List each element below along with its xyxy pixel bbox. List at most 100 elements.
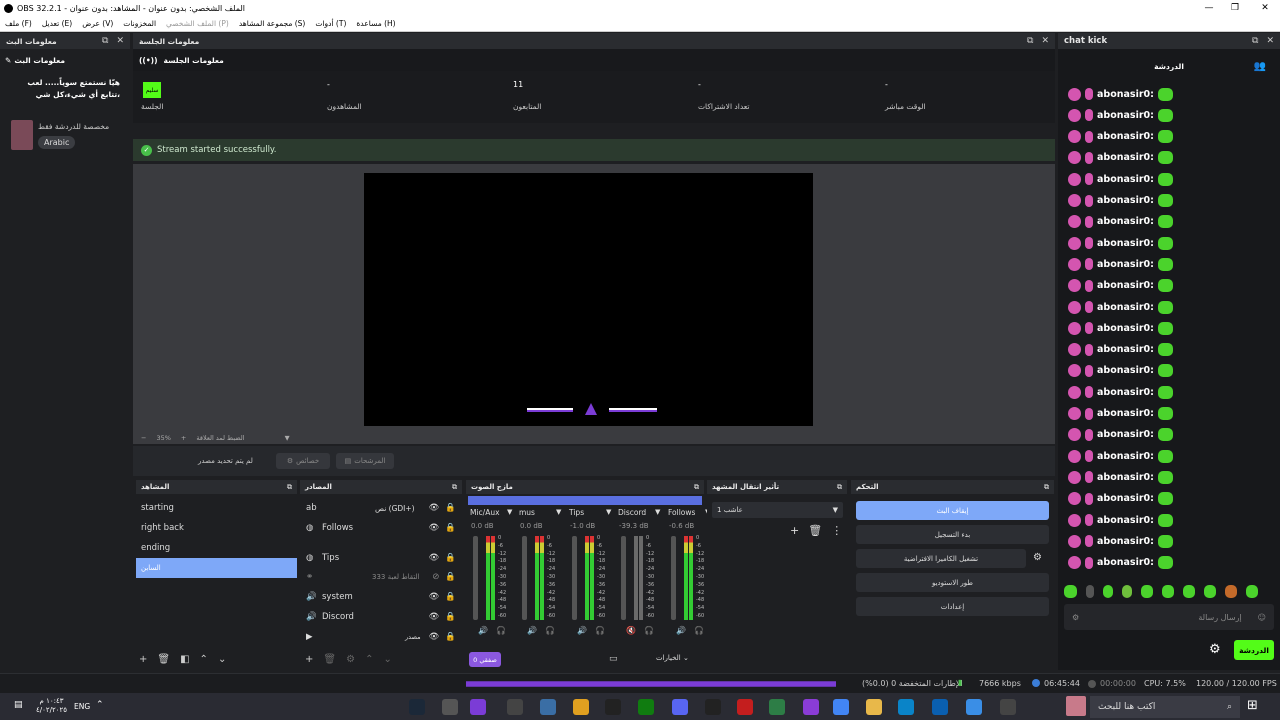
chat-username[interactable]: abonasir0: [1097, 472, 1154, 483]
scene-item-selected[interactable]: السابن [136, 558, 297, 578]
store-icon[interactable] [442, 699, 458, 715]
properties-button[interactable]: ⚙ خصائص [276, 453, 330, 469]
app-icon[interactable] [540, 699, 556, 715]
stop-streaming-button[interactable]: إيقاف البث [856, 501, 1049, 520]
menu-docks[interactable]: المخزونات [123, 19, 156, 28]
purple-widget-button[interactable]: صفقي 0 [469, 652, 501, 667]
emote-icon[interactable] [1103, 584, 1113, 598]
float-icon[interactable]: ⧉ [1252, 36, 1258, 46]
source-item[interactable]: ◍ Tips 👁 🔒 [306, 548, 456, 568]
chat-input[interactable]: ⚙ إرسال رسالة ☺ [1064, 604, 1274, 630]
scene-item[interactable]: ending [136, 538, 297, 558]
chat-username[interactable]: abonasir0: [1097, 536, 1154, 547]
source-item[interactable]: 🔊 system 👁 🔒 [306, 587, 456, 607]
start-recording-button[interactable]: بدء التسجيل [856, 525, 1049, 544]
add-icon[interactable]: + [139, 654, 147, 665]
chrome-icon[interactable] [833, 699, 849, 715]
source-item[interactable]: 🔊 Discord 👁 🔒 [306, 607, 456, 627]
menu-profile[interactable]: الملف الشخصي (P) [166, 19, 229, 28]
virtual-camera-button[interactable]: تشغيل الكاميرا الافتراضية [856, 549, 1026, 568]
gear-icon[interactable]: ⚙ [1209, 642, 1221, 657]
float-icon[interactable]: ⧉ [102, 36, 108, 46]
chevron-up-icon[interactable]: ⌃ [365, 654, 373, 665]
chat-username[interactable]: abonasir0: [1097, 429, 1154, 440]
volume-fader[interactable] [621, 536, 626, 620]
chat-username[interactable]: abonasir0: [1097, 259, 1154, 270]
pencil-icon[interactable]: ✎ [5, 56, 11, 65]
float-icon[interactable]: ⧉ [452, 483, 457, 492]
zoom-in-button[interactable]: + [181, 434, 186, 442]
trash-icon[interactable]: 🗑 [157, 654, 170, 665]
chat-username[interactable]: abonasir0: [1097, 302, 1154, 313]
volume-fader[interactable] [572, 536, 577, 620]
chat-username[interactable]: abonasir0: [1097, 216, 1154, 227]
users-icon[interactable]: 👥 [1254, 61, 1266, 72]
chat-username[interactable]: abonasir0: [1097, 152, 1154, 163]
source-item[interactable]: ◍ Follows 👁 🔒 [306, 518, 456, 538]
gear-icon[interactable]: ⚙ [346, 654, 355, 665]
chat-username[interactable]: abonasir0: [1097, 110, 1154, 121]
menu-scene-collection[interactable]: مجموعة المشاهد (S) [239, 19, 306, 28]
language-indicator[interactable]: ENG [74, 702, 90, 711]
chat-username[interactable]: abonasir0: [1097, 195, 1154, 206]
emote-icon[interactable] [1064, 584, 1077, 598]
maximize-button[interactable]: ❐ [1222, 0, 1248, 16]
source-item[interactable]: ▶ مصدر 👁 🔒 [306, 627, 456, 647]
xbox-icon[interactable] [638, 699, 654, 715]
eye-icon[interactable]: 👁 [429, 592, 440, 602]
emote-icon[interactable] [1122, 584, 1132, 598]
float-icon[interactable]: ⧉ [837, 483, 842, 492]
trash-icon[interactable]: 🗑 [323, 654, 336, 665]
chat-settings-icon[interactable]: ⚙ [1072, 613, 1079, 622]
speaker-icon[interactable]: 🔊 [577, 626, 587, 635]
close-icon[interactable]: ✕ [1266, 36, 1274, 46]
trash-icon[interactable]: 🗑 [808, 524, 822, 537]
mixer-layout-icon[interactable]: ▭ [609, 654, 618, 664]
volume-fader[interactable] [522, 536, 527, 620]
menu-file[interactable]: ملف (F) [5, 19, 32, 28]
menu-tools[interactable]: أدوات (T) [315, 19, 346, 28]
discord-icon[interactable] [672, 699, 688, 715]
emoji-icon[interactable]: ☺ [1258, 613, 1266, 622]
edge-icon[interactable] [898, 699, 914, 715]
close-icon[interactable]: ✕ [1041, 36, 1049, 46]
menu-view[interactable]: عرض (V) [82, 19, 113, 28]
emote-icon[interactable] [1141, 584, 1153, 598]
windows-start-icon[interactable]: ⊞ [1247, 698, 1258, 713]
float-icon[interactable]: ⧉ [1027, 36, 1033, 46]
obs-icon[interactable] [605, 699, 621, 715]
lock-icon[interactable]: 🔒 [445, 523, 456, 533]
source-item[interactable]: ⚭ 333 التقاط لعبة ⊘ 🔒 [306, 567, 456, 587]
media-icon[interactable] [769, 699, 785, 715]
task-view-icon[interactable] [1000, 699, 1016, 715]
steam-icon[interactable] [409, 699, 425, 715]
chevron-up-icon[interactable]: ⌃ [200, 654, 208, 665]
more-icon[interactable]: ⋮ [831, 524, 842, 537]
speaker-icon[interactable]: 🔊 [478, 626, 488, 635]
float-icon[interactable]: ⧉ [1044, 483, 1049, 492]
lock-icon[interactable]: 🔒 [445, 572, 456, 582]
xsplit-icon[interactable] [470, 699, 486, 715]
minimize-button[interactable]: — [1196, 0, 1222, 16]
emote-icon[interactable] [1225, 584, 1237, 598]
mixer-options[interactable]: الخيارات ⌄ [656, 654, 689, 662]
chevron-down-icon[interactable]: ▼ [285, 434, 290, 442]
emote-icon[interactable] [1204, 584, 1216, 598]
chat-username[interactable]: abonasir0: [1097, 365, 1154, 376]
add-icon[interactable]: + [790, 524, 799, 537]
folder-icon[interactable] [866, 699, 882, 715]
chat-username[interactable]: abonasir0: [1097, 387, 1154, 398]
virtual-camera-gear-icon[interactable]: ⚙ [1033, 552, 1042, 563]
taskbar-search[interactable]: اكتب هنا للبحث ⌕ [1090, 696, 1240, 718]
chat-username[interactable]: abonasir0: [1097, 280, 1154, 291]
emote-icon[interactable] [1246, 584, 1258, 598]
r-app-icon[interactable] [573, 699, 589, 715]
menu-help[interactable]: مساعدة (H) [356, 19, 395, 28]
chat-username[interactable]: abonasir0: [1097, 493, 1154, 504]
channel-menu-icon[interactable]: ▼ [507, 508, 512, 516]
monitor-icon[interactable]: 🎧 [496, 626, 506, 635]
chat-username[interactable]: abonasir0: [1097, 408, 1154, 419]
chat-username[interactable]: abonasir0: [1097, 451, 1154, 462]
eye-icon[interactable]: 👁 [429, 612, 440, 622]
chevron-up-icon[interactable]: ⌃ [96, 700, 104, 710]
